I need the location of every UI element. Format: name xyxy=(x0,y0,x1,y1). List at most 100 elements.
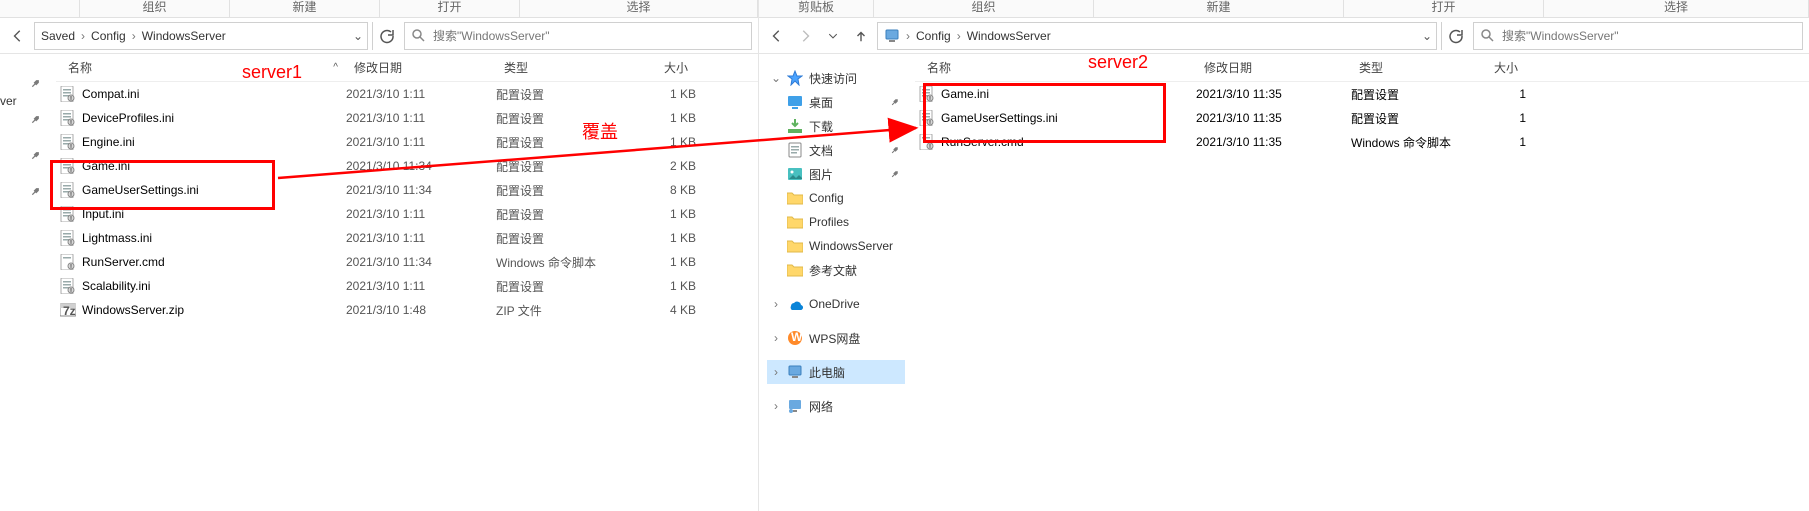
file-row[interactable]: DeviceProfiles.ini2021/3/10 1:11配置设置1 KB xyxy=(56,106,758,130)
file-row[interactable]: Game.ini2021/3/10 11:34配置设置2 KB xyxy=(56,154,758,178)
file-type: 配置设置 xyxy=(1351,86,1486,103)
pin-icon xyxy=(31,182,45,196)
column-size[interactable]: 大小 xyxy=(1486,54,1526,81)
ribbon-group-open: 打开 xyxy=(1344,0,1544,17)
ribbon-group-select: 选择 xyxy=(1544,0,1809,17)
file-row[interactable]: RunServer.cmd2021/3/10 11:34Windows 命令脚本… xyxy=(56,250,758,274)
file-row[interactable]: Scalability.ini2021/3/10 1:11配置设置1 KB xyxy=(56,274,758,298)
nav-onedrive[interactable]: ›OneDrive xyxy=(767,292,905,316)
breadcrumb-part[interactable]: Config xyxy=(912,29,955,43)
file-type: 配置设置 xyxy=(496,278,626,295)
file-row[interactable]: Game.ini2021/3/10 11:35配置设置1 xyxy=(915,82,1809,106)
file-name: GameUserSettings.ini xyxy=(82,183,199,197)
search-placeholder: 搜索"WindowsServer" xyxy=(433,27,550,44)
file-row[interactable]: Compat.ini2021/3/10 1:11配置设置1 KB xyxy=(56,82,758,106)
sort-indicator-icon: ^ xyxy=(333,62,338,73)
file-date: 2021/3/10 11:35 xyxy=(1196,135,1351,149)
file-row[interactable]: RunServer.cmd2021/3/10 11:35Windows 命令脚本… xyxy=(915,130,1809,154)
file-name: Game.ini xyxy=(941,87,989,101)
column-type[interactable]: 类型 xyxy=(1351,54,1486,81)
breadcrumb-part[interactable]: WindowsServer xyxy=(963,29,1055,43)
file-date: 2021/3/10 11:34 xyxy=(346,255,496,269)
breadcrumb[interactable]: › Config› WindowsServer ⌄ xyxy=(877,22,1437,50)
ribbon-group-clipboard: 剪贴板 xyxy=(759,0,874,17)
nav-network[interactable]: ›网络 xyxy=(767,394,905,418)
file-date: 2021/3/10 1:11 xyxy=(346,135,496,149)
pin-icon xyxy=(31,74,45,88)
nav-folder-profiles[interactable]: Profiles xyxy=(767,210,905,234)
file-date: 2021/3/10 1:11 xyxy=(346,231,496,245)
truncated-navpane: ver xyxy=(0,54,20,511)
file-name: GameUserSettings.ini xyxy=(941,111,1058,125)
nav-this-pc[interactable]: ›此电脑 xyxy=(767,360,905,384)
breadcrumb-part[interactable]: WindowsServer xyxy=(138,29,230,43)
file-row[interactable]: Input.ini2021/3/10 1:11配置设置1 KB xyxy=(56,202,758,226)
breadcrumb-part[interactable]: Config xyxy=(87,29,130,43)
back-button[interactable] xyxy=(765,24,789,48)
refresh-button[interactable] xyxy=(372,22,400,50)
chevron-right-icon: › xyxy=(904,29,912,43)
file-row[interactable]: GameUserSettings.ini2021/3/10 11:35配置设置1 xyxy=(915,106,1809,130)
nav-wps[interactable]: ›WPS网盘 xyxy=(767,326,905,350)
column-type[interactable]: 类型 xyxy=(496,54,626,81)
file-row[interactable]: WindowsServer.zip2021/3/10 1:48ZIP 文件4 K… xyxy=(56,298,758,322)
star-icon xyxy=(787,70,803,86)
breadcrumb[interactable]: Saved› Config› WindowsServer ⌄ xyxy=(34,22,368,50)
file-size: 1 KB xyxy=(626,255,696,269)
ribbon-fragment: 组织 新建 打开 选择 xyxy=(0,0,758,18)
file-date: 2021/3/10 1:11 xyxy=(346,87,496,101)
refresh-button[interactable] xyxy=(1441,22,1469,50)
file-date: 2021/3/10 1:48 xyxy=(346,303,496,317)
pc-icon xyxy=(787,364,803,380)
column-name[interactable]: 名称 xyxy=(919,54,1196,81)
nav-quick-access[interactable]: ⌄快速访问 xyxy=(767,66,905,90)
folder-icon xyxy=(787,262,803,278)
column-headers: 名称^ 修改日期 类型 大小 xyxy=(56,54,758,82)
column-date[interactable]: 修改日期 xyxy=(1196,54,1351,81)
search-placeholder: 搜索"WindowsServer" xyxy=(1502,27,1619,44)
nav-desktop[interactable]: 桌面 xyxy=(767,90,905,114)
file-size: 1 KB xyxy=(626,207,696,221)
up-button[interactable] xyxy=(849,24,873,48)
chevron-down-icon[interactable]: ⌄ xyxy=(353,29,363,43)
column-size[interactable]: 大小 xyxy=(626,54,696,81)
column-date[interactable]: 修改日期 xyxy=(346,54,496,81)
search-input[interactable]: 搜索"WindowsServer" xyxy=(404,22,752,50)
file-name: Input.ini xyxy=(82,207,124,221)
nav-documents[interactable]: 文档 xyxy=(767,138,905,162)
forward-button[interactable] xyxy=(793,24,817,48)
file-icon xyxy=(60,158,76,174)
chevron-down-icon[interactable]: ⌄ xyxy=(1422,29,1432,43)
file-icon xyxy=(60,230,76,246)
desktop-icon xyxy=(787,94,803,110)
file-name: Scalability.ini xyxy=(82,279,150,293)
file-date: 2021/3/10 11:35 xyxy=(1196,87,1351,101)
nav-folder-windowsserver[interactable]: WindowsServer xyxy=(767,234,905,258)
file-icon xyxy=(919,110,935,126)
file-name: Engine.ini xyxy=(82,135,135,149)
pc-icon xyxy=(884,28,900,44)
nav-folder-references[interactable]: 参考文献 xyxy=(767,258,905,282)
breadcrumb-part[interactable]: Saved xyxy=(37,29,79,43)
pin-icon xyxy=(31,110,45,124)
pin-icon xyxy=(891,166,903,178)
nav-downloads[interactable]: 下载 xyxy=(767,114,905,138)
file-row[interactable]: Lightmass.ini2021/3/10 1:11配置设置1 KB xyxy=(56,226,758,250)
file-name: Game.ini xyxy=(82,159,130,173)
file-size: 1 KB xyxy=(626,231,696,245)
recent-locations-button[interactable] xyxy=(821,24,845,48)
file-row[interactable]: Engine.ini2021/3/10 1:11配置设置1 KB xyxy=(56,130,758,154)
file-icon xyxy=(60,278,76,294)
file-date: 2021/3/10 11:34 xyxy=(346,159,496,173)
file-row[interactable]: GameUserSettings.ini2021/3/10 11:34配置设置8… xyxy=(56,178,758,202)
search-icon xyxy=(1480,28,1496,44)
back-button[interactable] xyxy=(6,24,30,48)
file-size: 2 KB xyxy=(626,159,696,173)
nav-folder-config[interactable]: Config xyxy=(767,186,905,210)
nav-pictures[interactable]: 图片 xyxy=(767,162,905,186)
file-type: 配置设置 xyxy=(496,182,626,199)
search-input[interactable]: 搜索"WindowsServer" xyxy=(1473,22,1803,50)
file-icon xyxy=(60,182,76,198)
column-name[interactable]: 名称^ xyxy=(60,54,346,81)
address-bar: › Config› WindowsServer ⌄ 搜索"WindowsServ… xyxy=(759,18,1809,54)
